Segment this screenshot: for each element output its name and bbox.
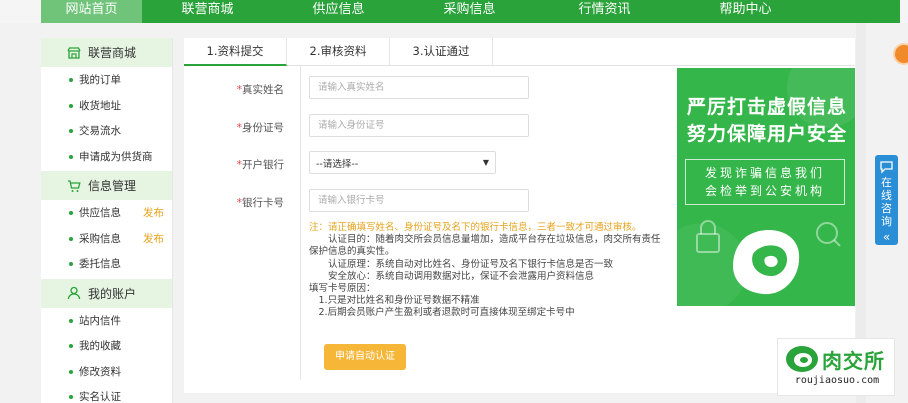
- id-number-label: *身份证号: [236, 122, 284, 134]
- card-number-label: *银行卡号: [236, 197, 284, 209]
- logo-name: 肉交所: [822, 349, 885, 373]
- sidebar-item-label: 交易流水: [79, 125, 121, 138]
- notes-purpose: 认证目的：随着肉交所会员信息量增加，造成平台存在垃圾信息，肉交所有责任保护信息的…: [309, 234, 661, 258]
- notes-reason-title: 填写卡号原因：: [309, 283, 376, 295]
- sidebar-group-title: 联营商城: [88, 46, 137, 60]
- notes-warning: 注：请正确填写姓名、身份证号及名下的银行卡信息，三者一致才可通过审核。: [309, 222, 642, 233]
- chevron-left-icon: «: [882, 230, 891, 244]
- nav-home[interactable]: 网站首页: [41, 0, 142, 23]
- banner-headline-line: 严厉打击虚假信息: [687, 96, 848, 118]
- sidebar-item-apply-supplier[interactable]: 申请成为供货商: [41, 144, 172, 170]
- banner-report-box: 发现诈骗信息我们 会检举到公安机构: [685, 159, 845, 205]
- sidebar-item-edit-profile[interactable]: 修改资料: [41, 359, 172, 385]
- publish-link[interactable]: 发布: [143, 231, 164, 246]
- sidebar-item-orders[interactable]: 我的订单: [41, 67, 172, 93]
- sidebar-item-label: 委托信息: [79, 258, 121, 271]
- bank-label: *开户银行: [236, 159, 284, 171]
- security-banner: 严厉打击虚假信息 努力保障用户安全 发现诈骗信息我们 会检举到公安机构: [677, 68, 855, 306]
- shop-icon: [67, 46, 81, 60]
- banner-report-line: 会检举到公安机构: [704, 184, 825, 198]
- nav-supply[interactable]: 供应信息: [273, 0, 404, 23]
- banner-headline-line: 努力保障用户安全: [687, 123, 848, 145]
- sidebar-group-info[interactable]: 信息管理: [41, 171, 172, 200]
- sidebar-item-label: 我的订单: [79, 74, 121, 87]
- sidebar-group-mall[interactable]: 联营商城: [41, 38, 172, 67]
- nav-mall[interactable]: 联营商城: [142, 0, 273, 23]
- notes-reason-1: 1.只是对比姓名和身份证号数据不精准: [318, 295, 480, 307]
- bank-select[interactable]: --请选择-- ▼: [309, 151, 496, 174]
- step-tabs: 1.资料提交 2.审核资料 3.认证通过: [184, 38, 855, 66]
- bank-select-value: --请选择--: [316, 158, 359, 170]
- real-name-input[interactable]: [309, 76, 529, 99]
- form-label-column: [184, 66, 301, 380]
- sidebar-group-account[interactable]: 我的账户: [41, 278, 172, 308]
- sidebar-item-label: 修改资料: [79, 365, 121, 378]
- notification-dot-icon[interactable]: [893, 43, 908, 65]
- sidebar-item-label: 申请成为供货商: [79, 150, 153, 163]
- sidebar-item-label: 实名认证: [79, 391, 121, 403]
- sidebar-item-label: 采购信息: [79, 232, 121, 245]
- notes-safety: 安全放心：系统自动调用数据对比，保证不会泄露用户资料信息: [328, 270, 595, 282]
- sidebar-item-label: 我的收藏: [79, 340, 121, 353]
- verification-notes: 注：请正确填写姓名、身份证号及名下的银行卡信息，三者一致才可通过审核。 认证目的…: [309, 222, 667, 320]
- sidebar-item-label: 供应信息: [79, 207, 121, 220]
- chat-icon: [880, 161, 893, 174]
- chevron-down-icon: ▼: [482, 158, 489, 167]
- online-consult-tab[interactable]: 在线咨询 «: [875, 155, 898, 245]
- logo-domain: roujiaosuo.com: [794, 375, 880, 386]
- tab-submit-info[interactable]: 1.资料提交: [184, 38, 287, 66]
- sidebar-item-messages[interactable]: 站内信件: [41, 308, 172, 334]
- site-logo[interactable]: 肉交所 roujiaosuo.com: [777, 338, 895, 396]
- sidebar: 联营商城 我的订单 收货地址 交易流水 申请成为供货商 信息管理 供应信息 发布…: [41, 38, 173, 403]
- cart-icon: [67, 179, 81, 193]
- sidebar-item-address[interactable]: 收货地址: [41, 93, 172, 119]
- id-number-input[interactable]: [309, 114, 529, 137]
- sidebar-item-transactions[interactable]: 交易流水: [41, 118, 172, 144]
- sidebar-item-real-name-auth[interactable]: 实名认证: [41, 384, 172, 403]
- sidebar-item-favorites[interactable]: 我的收藏: [41, 333, 172, 359]
- real-name-label: *真实姓名: [236, 84, 284, 96]
- tab-review-info[interactable]: 2.审核资料: [287, 38, 390, 66]
- user-icon: [67, 286, 81, 300]
- top-nav: 网站首页 联营商城 供应信息 采购信息 行情资讯 帮助中心: [41, 0, 900, 23]
- publish-link[interactable]: 发布: [143, 205, 164, 220]
- main-panel: 1.资料提交 2.审核资料 3.认证通过 *真实姓名 *身份证号 *开户银行 -…: [184, 38, 855, 393]
- banner-report-line: 发现诈骗信息我们: [704, 166, 825, 180]
- nav-purchase[interactable]: 采购信息: [404, 0, 535, 23]
- sidebar-item-supply-info[interactable]: 供应信息 发布: [41, 200, 172, 226]
- nav-market[interactable]: 行情资讯: [535, 0, 674, 23]
- sidebar-group-title: 我的账户: [88, 286, 137, 301]
- top-nav-wrapper: 网站首页 联营商城 供应信息 采购信息 行情资讯 帮助中心: [0, 0, 908, 23]
- logo-mark-icon: [786, 346, 818, 372]
- nav-help[interactable]: 帮助中心: [674, 0, 817, 23]
- sidebar-group-title: 信息管理: [88, 179, 137, 193]
- sidebar-item-entrust-info[interactable]: 委托信息: [41, 251, 172, 277]
- sidebar-item-label: 站内信件: [79, 314, 121, 327]
- banner-headline: 严厉打击虚假信息 努力保障用户安全: [687, 94, 855, 148]
- online-consult-label: 在线咨询: [881, 176, 892, 228]
- notes-reason-2: 2.后期会员账户产生盈利或者退款时可直接体现至绑定卡号中: [318, 307, 575, 319]
- sidebar-item-label: 收货地址: [79, 99, 121, 112]
- notes-principle: 认证原理：系统自动对比姓名、身份证号及名下银行卡信息是否一致: [328, 258, 614, 270]
- apply-auto-verify-button[interactable]: 申请自动认证: [324, 344, 406, 370]
- sidebar-item-purchase-info[interactable]: 采购信息 发布: [41, 226, 172, 252]
- card-number-input[interactable]: [309, 189, 529, 212]
- tab-verified[interactable]: 3.认证通过: [390, 38, 493, 66]
